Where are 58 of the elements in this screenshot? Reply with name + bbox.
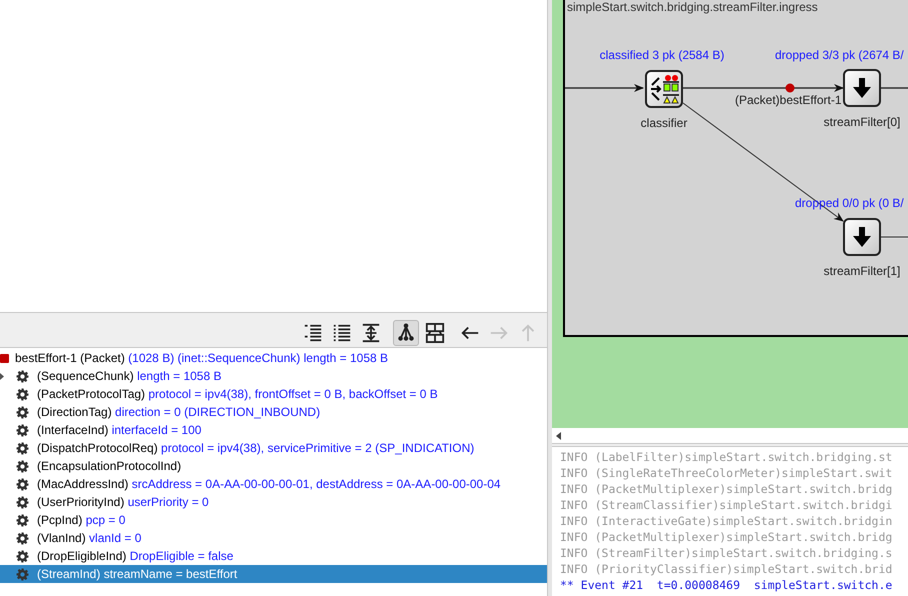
module-stats: classified 3 pk (2584 B) bbox=[600, 48, 724, 62]
message-label: (Packet)bestEffort-1 bbox=[735, 93, 842, 107]
module-label: classifier bbox=[640, 116, 688, 130]
hierarchy-icon bbox=[396, 322, 416, 344]
scroll-left-icon[interactable] bbox=[556, 432, 561, 440]
log-line: INFO (StreamClassifier)simpleStart.switch.bridgi bbox=[560, 497, 894, 513]
log-line: INFO (SingleRateThreeColorMeter)simpleStart.swit bbox=[560, 465, 894, 481]
gear-icon bbox=[16, 370, 29, 382]
gear-icon bbox=[16, 442, 29, 454]
gear-icon bbox=[16, 478, 29, 490]
tree-row[interactable]: (SequenceChunk) length = 1058 B bbox=[0, 367, 547, 385]
tree-row[interactable]: (DirectionTag) direction = 0 (DIRECTION_INBOUND) bbox=[0, 403, 547, 421]
gear-icon bbox=[16, 388, 29, 400]
module-stats: dropped 3/3 pk (2674 B/ bbox=[775, 48, 904, 62]
classifier-icon bbox=[649, 74, 679, 104]
tree-row[interactable]: (VlanInd) vlanId = 0 bbox=[0, 529, 547, 547]
down-arrow-icon bbox=[853, 78, 871, 98]
layout-icon bbox=[425, 322, 445, 344]
stream-filter-module[interactable] bbox=[843, 218, 881, 256]
log-line: INFO (InteractiveGate)simpleStart.switch.bridgin bbox=[560, 513, 894, 529]
connection-line bbox=[881, 87, 908, 89]
connection-line bbox=[880, 236, 908, 238]
expand-icon bbox=[361, 322, 381, 344]
down-arrow-icon bbox=[853, 227, 871, 247]
module-label: streamFilter[0] bbox=[824, 115, 900, 129]
log-line: INFO (StreamFilter)simpleStart.switch.bridging.s bbox=[560, 545, 894, 561]
gear-icon bbox=[16, 532, 29, 544]
tree-row[interactable]: (DropEligibleInd) DropEligible = false bbox=[0, 547, 547, 565]
tree-row[interactable]: (DispatchProtocolReq) protocol = ipv4(38), servicePrimitive = 2 (SP_INDICATION) bbox=[0, 439, 547, 457]
packet-marker bbox=[786, 84, 794, 92]
module-path-label: simpleStart.switch.bridging.streamFilter.ingress bbox=[567, 0, 818, 14]
tree-row[interactable]: (EncapsulationProtocolInd) bbox=[0, 457, 547, 475]
tree-row[interactable]: (MacAddressInd) srcAddress = 0A-AA-00-00-00-01, destAddress = 0A-AA-00-00-00-04 bbox=[0, 475, 547, 493]
gear-icon bbox=[16, 496, 29, 508]
module-label: streamFilter[1] bbox=[824, 264, 900, 278]
tree-row[interactable]: (InterfaceInd) interfaceId = 100 bbox=[0, 421, 547, 439]
classifier-module[interactable] bbox=[645, 70, 683, 108]
tree-row[interactable]: (PacketProtocolTag) protocol = ipv4(38), frontOffset = 0 B, backOffset = 0 B bbox=[0, 385, 547, 403]
hierarchy-button[interactable] bbox=[393, 320, 419, 346]
expand-arrow-icon[interactable] bbox=[0, 372, 4, 380]
log-line: INFO (LabelFilter)simpleStart.switch.bridging.st bbox=[560, 449, 894, 465]
packet-icon bbox=[0, 354, 9, 362]
gear-icon bbox=[16, 550, 29, 562]
stream-filter-module[interactable] bbox=[843, 69, 881, 107]
tree-row[interactable]: (UserPriorityInd) userPriority = 0 bbox=[0, 493, 547, 511]
tree-row[interactable]: (PcpInd) pcp = 0 bbox=[0, 511, 547, 529]
horizontal-scrollbar[interactable] bbox=[552, 428, 908, 444]
tree-row[interactable]: (StreamInd) streamName = bestEffort bbox=[0, 565, 547, 583]
log-line: INFO (PacketMultiplexer)simpleStart.switch.bridg bbox=[560, 481, 894, 497]
log-line: INFO (PacketMultiplexer)simpleStart.switch.bridg bbox=[560, 529, 894, 545]
gear-icon bbox=[16, 406, 29, 418]
gear-icon bbox=[16, 424, 29, 436]
gear-icon bbox=[16, 568, 29, 580]
gear-icon bbox=[16, 514, 29, 526]
log-line: INFO (PriorityClassifier)simpleStart.switch.brid bbox=[560, 561, 894, 577]
log-line: ** Event #21 t=0.00008469 simpleStart.switch.e bbox=[560, 577, 894, 593]
tree-item-label[interactable]: bestEffort-1 (Packet) (1028 B) (inet::SequenceChunk) length = 1058 B bbox=[15, 349, 388, 367]
gear-icon bbox=[16, 460, 29, 472]
